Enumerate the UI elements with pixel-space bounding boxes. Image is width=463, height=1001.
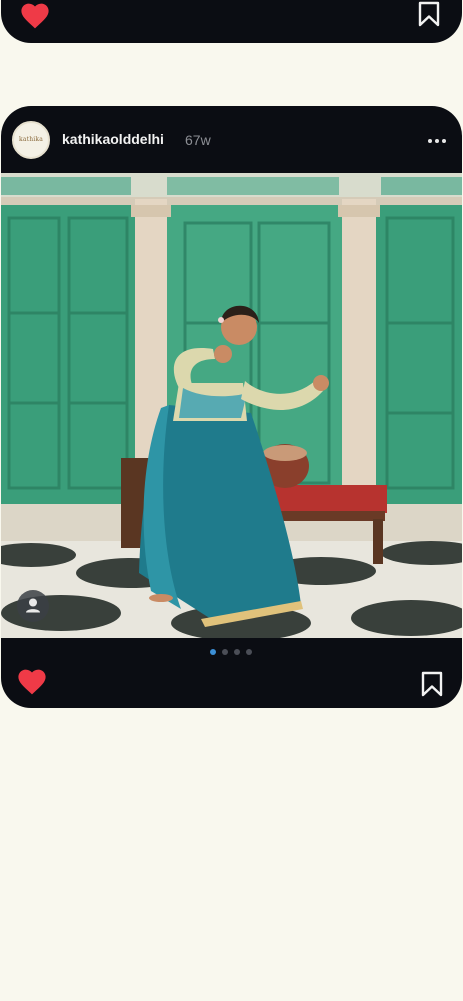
bookmark-icon[interactable] [417, 1, 441, 27]
post-card: kathika kathikaolddelhi 67w [1, 106, 462, 708]
carousel-dot [222, 649, 228, 655]
post-photo[interactable] [1, 173, 462, 638]
post-header: kathika kathikaolddelhi 67w [1, 106, 462, 173]
username[interactable]: kathikaolddelhi [62, 131, 164, 147]
more-options-icon[interactable] [428, 139, 446, 143]
heart-icon[interactable] [20, 3, 50, 29]
avatar-logo: kathika [18, 136, 44, 143]
heart-icon[interactable] [17, 669, 47, 695]
carousel-dot [210, 649, 216, 655]
post-age: 67w [185, 132, 211, 148]
carousel-dot [246, 649, 252, 655]
carousel-dot [234, 649, 240, 655]
previous-post-card [1, 0, 462, 43]
avatar[interactable]: kathika [12, 121, 50, 159]
user-tag-icon[interactable] [17, 590, 49, 622]
bookmark-icon[interactable] [420, 671, 444, 697]
carousel-indicator [210, 649, 258, 655]
